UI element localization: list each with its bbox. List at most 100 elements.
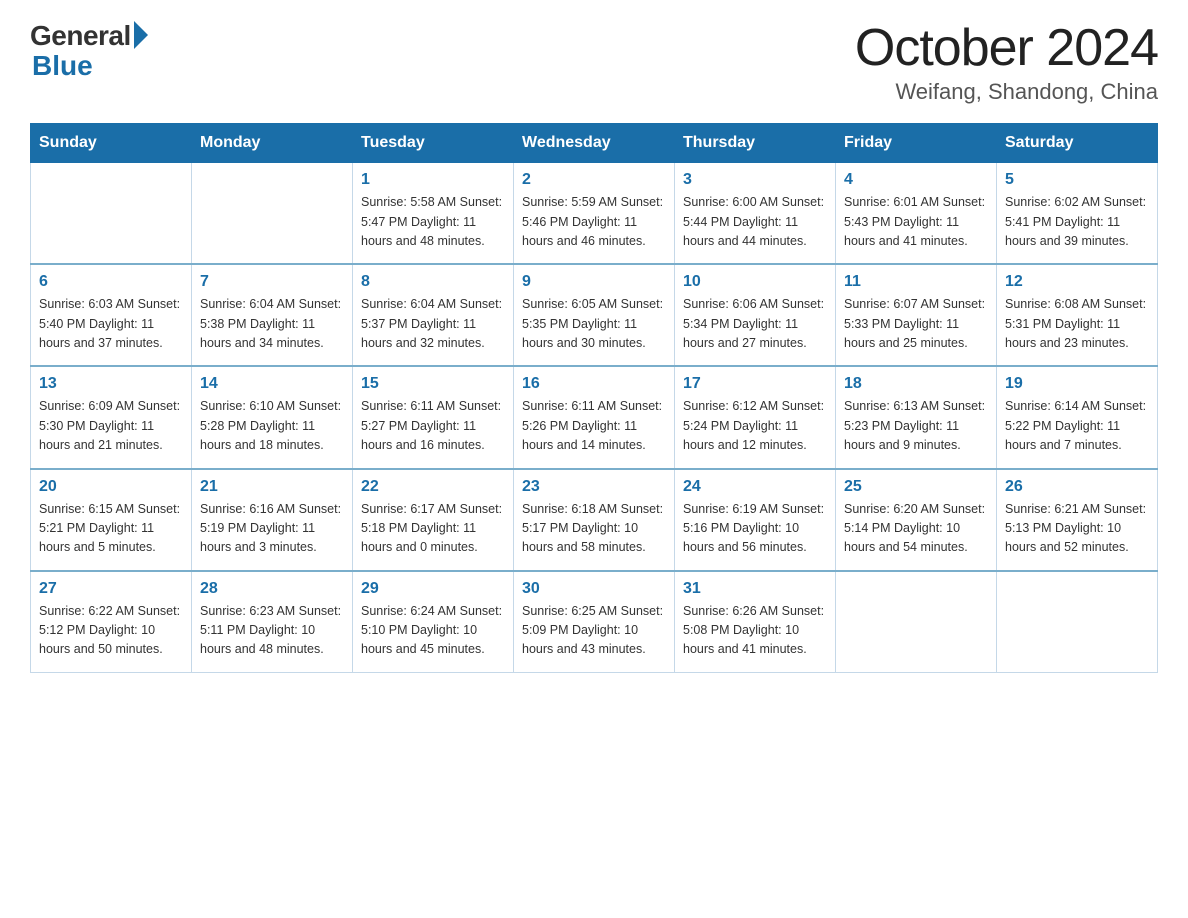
day-number: 17 (683, 375, 827, 393)
calendar-day-cell: 29 Sunrise: 6:24 AM Sunset: 5:10 PM Dayli… (353, 571, 514, 673)
day-info: Sunrise: 6:21 AM Sunset: 5:13 PM Dayligh… (1005, 500, 1149, 558)
day-info: Sunrise: 6:15 AM Sunset: 5:21 PM Dayligh… (39, 500, 183, 558)
location: Weifang, Shandong, China (855, 79, 1158, 105)
calendar-day-cell: 23Sunrise: 6:18 AM Sunset: 5:17 PM Dayli… (514, 469, 675, 571)
calendar-day-cell: 4 Sunrise: 6:01 AM Sunset: 5:43 PM Daylig… (836, 163, 997, 265)
day-number: 4 (844, 171, 988, 189)
calendar-day-cell: 1Sunrise: 5:58 AM Sunset: 5:47 PM Daylig… (353, 163, 514, 265)
day-info: Sunrise: 6:16 AM Sunset: 5:19 PM Dayligh… (200, 500, 344, 558)
day-info: Sunrise: 6:19 AM Sunset: 5:16 PM Dayligh… (683, 500, 827, 558)
calendar-day-cell: 14Sunrise: 6:10 AM Sunset: 5:28 PM Dayli… (192, 366, 353, 468)
calendar-day-cell: 9 Sunrise: 6:05 AM Sunset: 5:35 PM Daylig… (514, 264, 675, 366)
logo: General Blue (30, 20, 148, 82)
calendar-table: SundayMondayTuesdayWednesdayThursdayFrid… (30, 123, 1158, 673)
calendar-day-cell: 5 Sunrise: 6:02 AM Sunset: 5:41 PM Daylig… (997, 163, 1158, 265)
calendar-week-row: 20 Sunrise: 6:15 AM Sunset: 5:21 PM Dayli… (31, 469, 1158, 571)
day-number: 12 (1005, 273, 1149, 291)
day-number: 2 (522, 171, 666, 189)
calendar-week-row: 1Sunrise: 5:58 AM Sunset: 5:47 PM Daylig… (31, 163, 1158, 265)
calendar-day-cell: 16Sunrise: 6:11 AM Sunset: 5:26 PM Dayli… (514, 366, 675, 468)
calendar-col-header: Saturday (997, 124, 1158, 163)
logo-blue-text: Blue (32, 50, 93, 82)
calendar-day-cell: 2Sunrise: 5:59 AM Sunset: 5:46 PM Daylig… (514, 163, 675, 265)
day-number: 9 (522, 273, 666, 291)
day-info: Sunrise: 6:00 AM Sunset: 5:44 PM Dayligh… (683, 193, 827, 251)
calendar-day-cell (997, 571, 1158, 673)
day-number: 26 (1005, 478, 1149, 496)
day-info: Sunrise: 6:05 AM Sunset: 5:35 PM Dayligh… (522, 295, 666, 353)
calendar-day-cell: 12 Sunrise: 6:08 AM Sunset: 5:31 PM Dayli… (997, 264, 1158, 366)
day-info: Sunrise: 6:03 AM Sunset: 5:40 PM Dayligh… (39, 295, 183, 353)
calendar-day-cell: 13 Sunrise: 6:09 AM Sunset: 5:30 PM Dayli… (31, 366, 192, 468)
day-info: Sunrise: 6:10 AM Sunset: 5:28 PM Dayligh… (200, 397, 344, 455)
calendar-day-cell: 3 Sunrise: 6:00 AM Sunset: 5:44 PM Daylig… (675, 163, 836, 265)
day-info: Sunrise: 6:17 AM Sunset: 5:18 PM Dayligh… (361, 500, 505, 558)
day-number: 18 (844, 375, 988, 393)
page-header: General Blue October 2024 Weifang, Shand… (30, 20, 1158, 105)
day-info: Sunrise: 6:25 AM Sunset: 5:09 PM Dayligh… (522, 602, 666, 660)
calendar-header-row: SundayMondayTuesdayWednesdayThursdayFrid… (31, 124, 1158, 163)
calendar-week-row: 13 Sunrise: 6:09 AM Sunset: 5:30 PM Dayli… (31, 366, 1158, 468)
day-number: 25 (844, 478, 988, 496)
calendar-day-cell: 31Sunrise: 6:26 AM Sunset: 5:08 PM Dayli… (675, 571, 836, 673)
day-info: Sunrise: 5:58 AM Sunset: 5:47 PM Dayligh… (361, 193, 505, 251)
calendar-col-header: Friday (836, 124, 997, 163)
calendar-day-cell: 20 Sunrise: 6:15 AM Sunset: 5:21 PM Dayli… (31, 469, 192, 571)
calendar-day-cell (192, 163, 353, 265)
day-info: Sunrise: 6:13 AM Sunset: 5:23 PM Dayligh… (844, 397, 988, 455)
day-info: Sunrise: 6:09 AM Sunset: 5:30 PM Dayligh… (39, 397, 183, 455)
day-number: 20 (39, 478, 183, 496)
day-number: 5 (1005, 171, 1149, 189)
day-number: 27 (39, 580, 183, 598)
month-title: October 2024 (855, 20, 1158, 77)
day-number: 13 (39, 375, 183, 393)
day-info: Sunrise: 6:01 AM Sunset: 5:43 PM Dayligh… (844, 193, 988, 251)
calendar-col-header: Thursday (675, 124, 836, 163)
day-info: Sunrise: 6:02 AM Sunset: 5:41 PM Dayligh… (1005, 193, 1149, 251)
calendar-header: SundayMondayTuesdayWednesdayThursdayFrid… (31, 124, 1158, 163)
calendar-day-cell: 28Sunrise: 6:23 AM Sunset: 5:11 PM Dayli… (192, 571, 353, 673)
calendar-day-cell: 7Sunrise: 6:04 AM Sunset: 5:38 PM Daylig… (192, 264, 353, 366)
calendar-body: 1Sunrise: 5:58 AM Sunset: 5:47 PM Daylig… (31, 163, 1158, 673)
calendar-day-cell: 6Sunrise: 6:03 AM Sunset: 5:40 PM Daylig… (31, 264, 192, 366)
day-info: Sunrise: 6:22 AM Sunset: 5:12 PM Dayligh… (39, 602, 183, 660)
day-info: Sunrise: 6:07 AM Sunset: 5:33 PM Dayligh… (844, 295, 988, 353)
day-number: 16 (522, 375, 666, 393)
calendar-day-cell: 10 Sunrise: 6:06 AM Sunset: 5:34 PM Dayli… (675, 264, 836, 366)
calendar-col-header: Wednesday (514, 124, 675, 163)
day-number: 24 (683, 478, 827, 496)
logo-top: General (30, 20, 148, 52)
day-number: 29 (361, 580, 505, 598)
calendar-day-cell (836, 571, 997, 673)
day-number: 15 (361, 375, 505, 393)
calendar-week-row: 6Sunrise: 6:03 AM Sunset: 5:40 PM Daylig… (31, 264, 1158, 366)
day-info: Sunrise: 6:23 AM Sunset: 5:11 PM Dayligh… (200, 602, 344, 660)
logo-arrow-icon (134, 21, 148, 49)
calendar-week-row: 27 Sunrise: 6:22 AM Sunset: 5:12 PM Dayli… (31, 571, 1158, 673)
logo-general-text: General (30, 20, 131, 52)
calendar-day-cell: 18 Sunrise: 6:13 AM Sunset: 5:23 PM Dayli… (836, 366, 997, 468)
day-number: 10 (683, 273, 827, 291)
calendar-day-cell: 19Sunrise: 6:14 AM Sunset: 5:22 PM Dayli… (997, 366, 1158, 468)
day-number: 8 (361, 273, 505, 291)
calendar-day-cell: 17 Sunrise: 6:12 AM Sunset: 5:24 PM Dayli… (675, 366, 836, 468)
calendar-col-header: Tuesday (353, 124, 514, 163)
calendar-col-header: Monday (192, 124, 353, 163)
calendar-day-cell: 25 Sunrise: 6:20 AM Sunset: 5:14 PM Dayli… (836, 469, 997, 571)
day-info: Sunrise: 6:20 AM Sunset: 5:14 PM Dayligh… (844, 500, 988, 558)
day-info: Sunrise: 6:12 AM Sunset: 5:24 PM Dayligh… (683, 397, 827, 455)
calendar-day-cell (31, 163, 192, 265)
day-number: 11 (844, 273, 988, 291)
day-number: 3 (683, 171, 827, 189)
day-number: 23 (522, 478, 666, 496)
day-number: 7 (200, 273, 344, 291)
calendar-day-cell: 15Sunrise: 6:11 AM Sunset: 5:27 PM Dayli… (353, 366, 514, 468)
day-info: Sunrise: 6:08 AM Sunset: 5:31 PM Dayligh… (1005, 295, 1149, 353)
calendar-day-cell: 24 Sunrise: 6:19 AM Sunset: 5:16 PM Dayli… (675, 469, 836, 571)
calendar-day-cell: 30Sunrise: 6:25 AM Sunset: 5:09 PM Dayli… (514, 571, 675, 673)
day-number: 22 (361, 478, 505, 496)
day-info: Sunrise: 6:26 AM Sunset: 5:08 PM Dayligh… (683, 602, 827, 660)
calendar-day-cell: 8Sunrise: 6:04 AM Sunset: 5:37 PM Daylig… (353, 264, 514, 366)
day-info: Sunrise: 6:24 AM Sunset: 5:10 PM Dayligh… (361, 602, 505, 660)
day-info: Sunrise: 6:06 AM Sunset: 5:34 PM Dayligh… (683, 295, 827, 353)
